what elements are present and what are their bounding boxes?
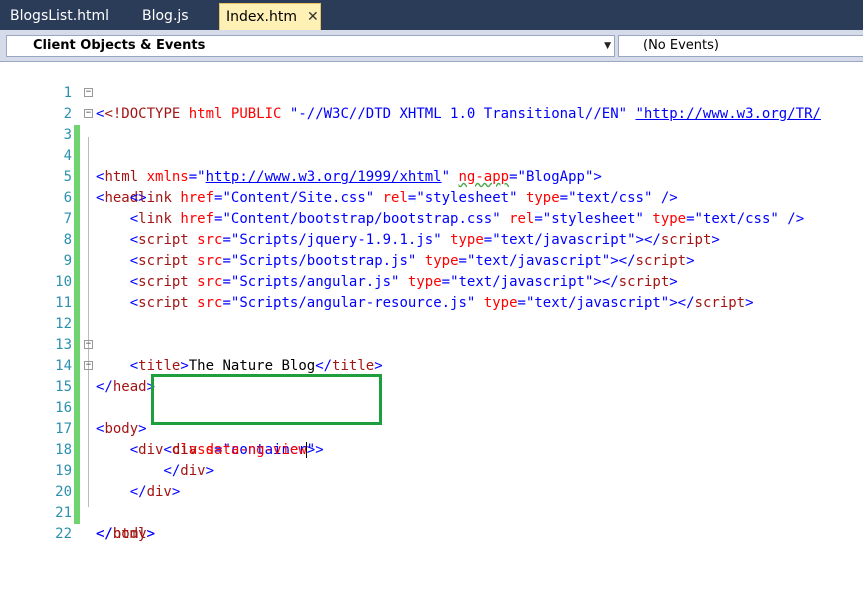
line-number: 22 [55,526,72,542]
tab-index-htm[interactable]: Index.htm ✕ [219,3,321,30]
collapse-icon[interactable]: − [84,109,93,118]
navigation-bar: Client Objects & Events ▼ (No Events) [0,30,863,62]
close-icon[interactable]: ✕ [307,4,319,31]
code-line-14: 14 − <body> [0,335,863,438]
code-line-6: 6 <script src="Scripts/jquery-1.9.1.js" … [0,167,863,248]
code-line-16: 16 <div data-ng-view> [0,377,863,458]
code-line-12: 12 <title>The Nature Blog</title> [0,293,863,374]
collapse-icon[interactable]: − [84,88,93,97]
code-line-21: 21 </html> [0,482,863,542]
code-line-5: 5 <link href="Content/bootstrap/bootstra… [0,146,863,227]
code-line-13: 13 </head> [0,314,863,395]
tab-label: BlogsList.html [10,8,110,24]
code-line-2: 2 − <html xmlns="http://www.w3.org/1999/… [0,83,863,186]
code-line-9: 9 <script src="Scripts/angular-resource.… [0,230,863,311]
collapse-icon[interactable]: − [84,340,93,349]
code-line-8: 8 <script src="Scripts/angular.js" type=… [0,209,863,290]
code-line-7: 7 <script src="Scripts/bootstrap.js" typ… [0,188,863,269]
code-line-22: 22 [0,503,863,542]
code-text: </html> [96,526,156,542]
dropdown-label: (No Events) [643,38,719,53]
code-line-11: 11 [0,272,863,335]
tab-blogslist[interactable]: BlogsList.html [4,3,115,30]
code-line-18: 18 </div> [0,419,863,500]
tab-label: Index.htm [226,9,297,25]
chevron-down-icon[interactable]: ▼ [604,36,611,56]
code-editor[interactable]: 1 <<!DOCTYPE html PUBLIC "-//W3C//DTD XH… [0,62,863,601]
code-line-15: 15 − <div class="container"> [0,356,863,459]
document-tab-bar: BlogsList.html Blog.js Index.htm ✕ [0,0,863,30]
events-dropdown[interactable]: (No Events) [618,35,863,57]
code-line-4: 4 <link href="Content/Site.css" rel="sty… [0,125,863,206]
code-line-19: 19 [0,440,863,503]
tab-label: Blog.js [142,8,189,24]
collapse-icon[interactable]: − [84,361,93,370]
code-line-17: 17 </div> [0,398,863,479]
tab-blog-js[interactable]: Blog.js [136,3,195,30]
code-line-20: 20 </body> [0,461,863,542]
annotation-highlight-box [151,374,382,425]
dropdown-label: Client Objects & Events [33,38,206,53]
code-line-10: 10 [0,251,863,314]
client-objects-dropdown[interactable]: Client Objects & Events ▼ [6,35,615,57]
code-line-3: 3 − <head> [0,104,863,207]
code-line-1: 1 <<!DOCTYPE html PUBLIC "-//W3C//DTD XH… [0,62,863,122]
